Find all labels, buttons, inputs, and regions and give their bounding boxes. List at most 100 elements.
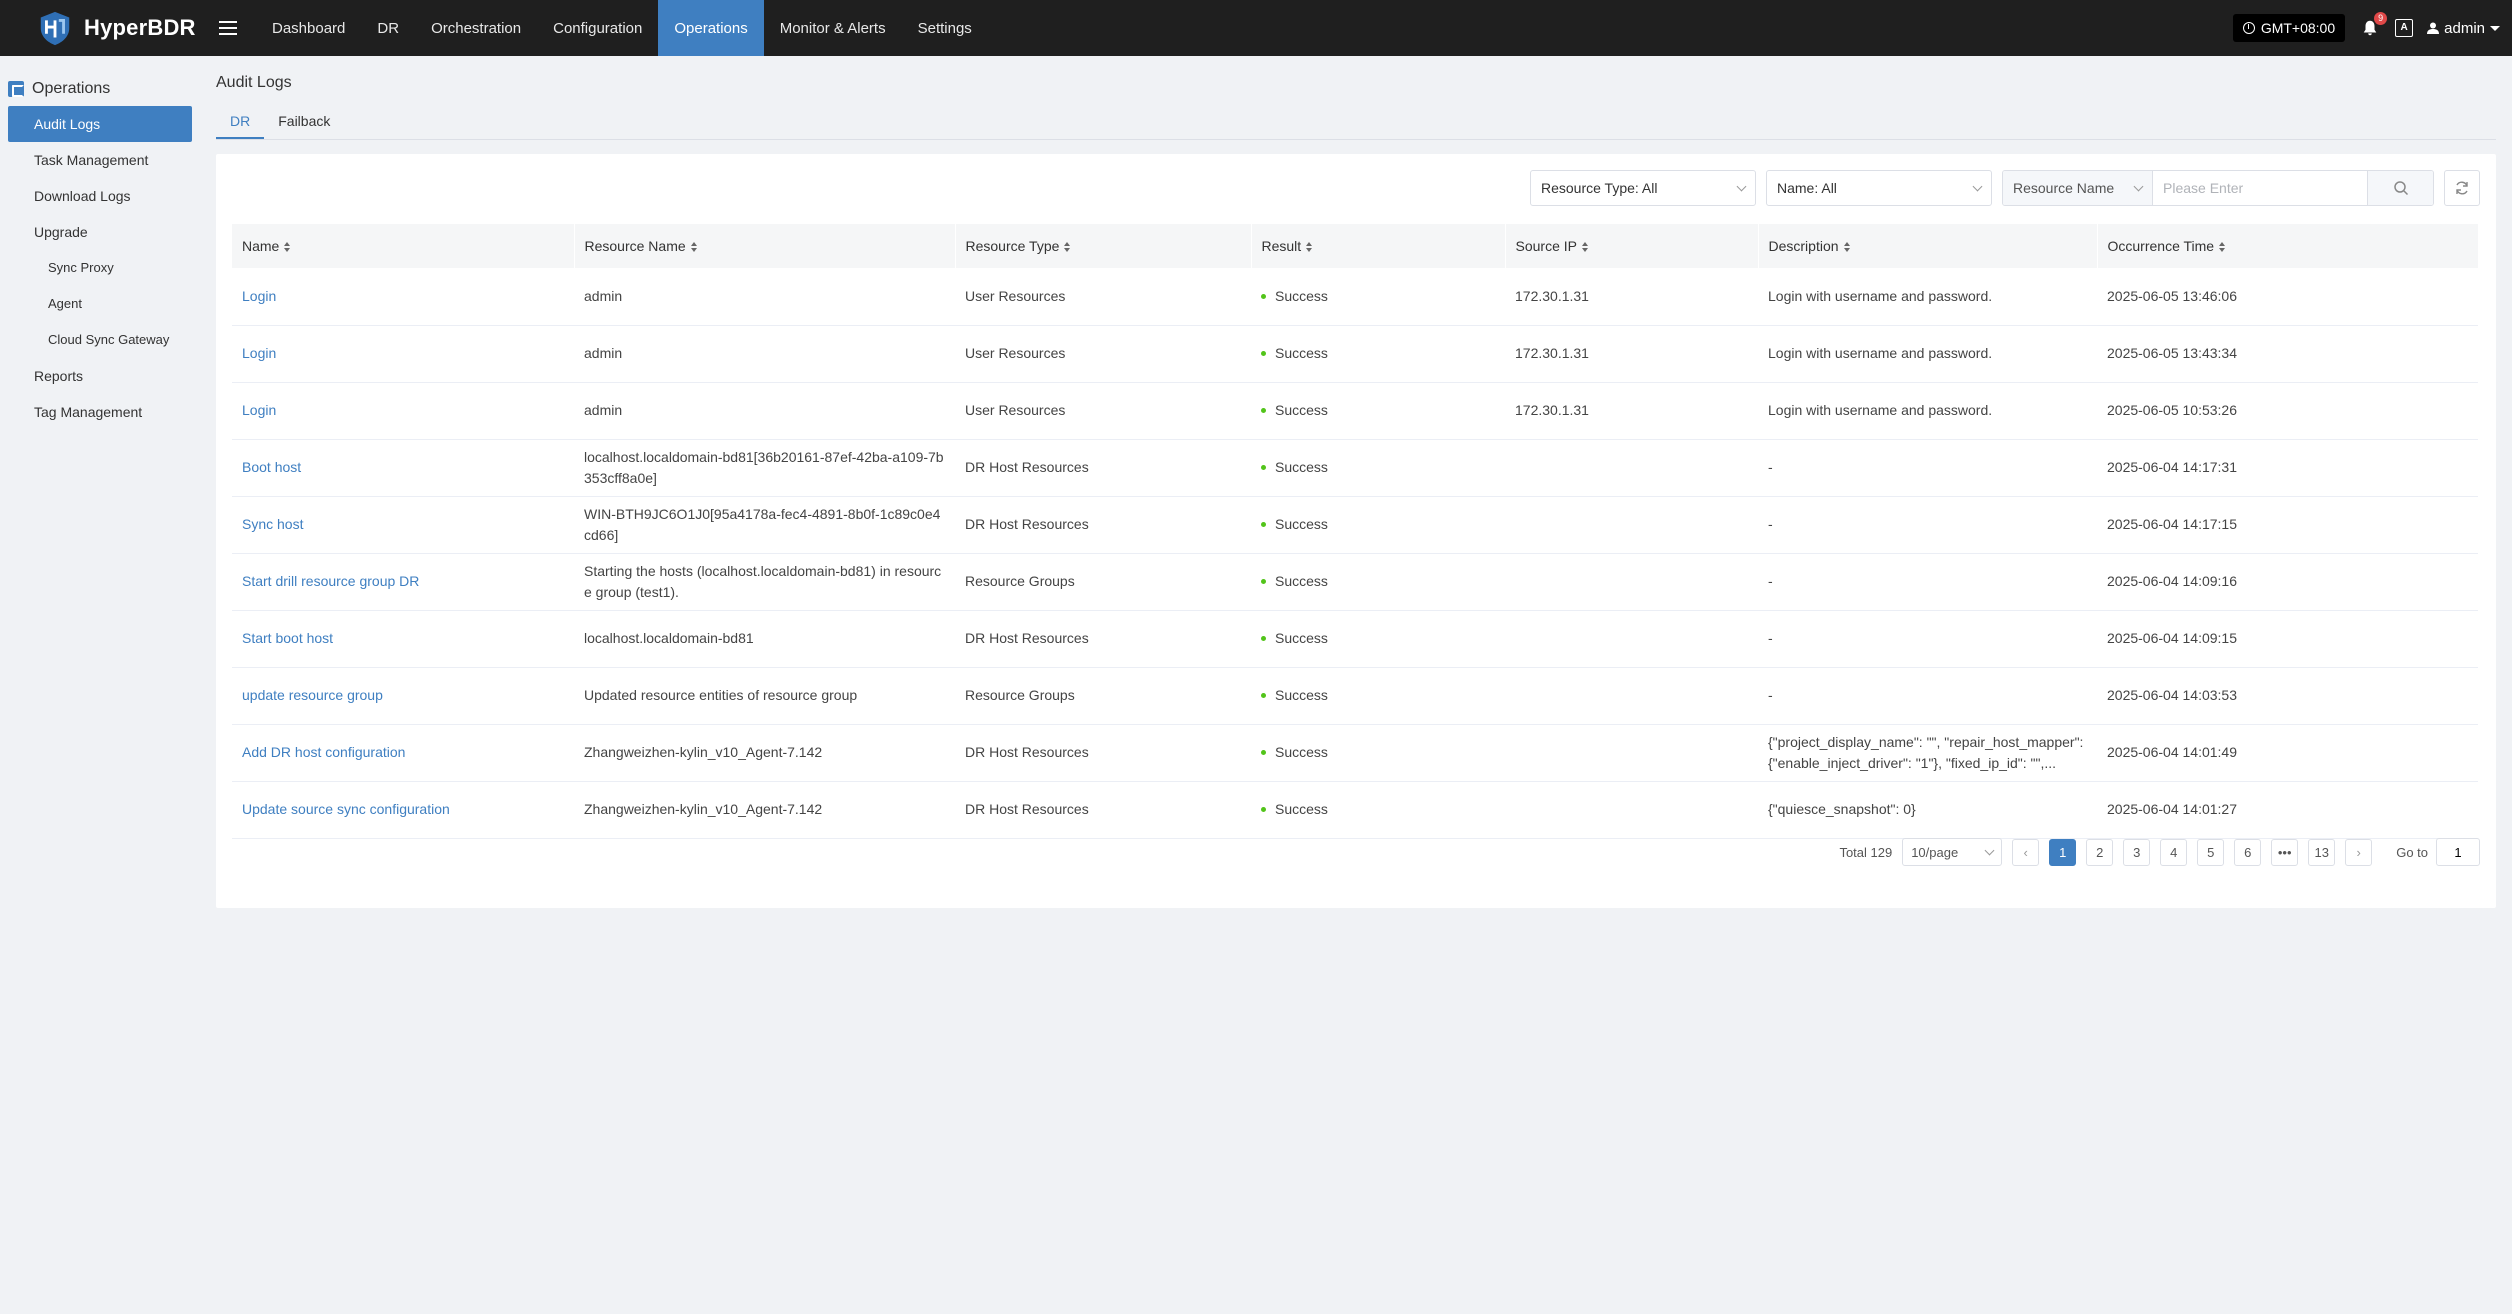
page-button[interactable]: 1 [2049, 838, 2077, 866]
sort-icon [284, 242, 291, 253]
tab-dr[interactable]: DR [216, 113, 265, 139]
cell-name[interactable]: Add DR host configuration [232, 724, 574, 781]
cell-source-ip [1505, 781, 1758, 838]
sidebar-item-upgrade[interactable]: Upgrade [0, 214, 200, 250]
timezone-display[interactable]: GMT+08:00 [2232, 14, 2346, 42]
cell-source-ip [1505, 667, 1758, 724]
sidebar-item-cloud-sync-gateway[interactable]: Cloud Sync Gateway [0, 322, 200, 358]
goto-page-input[interactable] [2436, 838, 2480, 866]
page-button[interactable]: 5 [2197, 838, 2225, 866]
notification-bell-icon[interactable]: 9 [2359, 12, 2388, 39]
nav-configuration[interactable]: Configuration [537, 0, 658, 56]
column-header-name[interactable]: Name [232, 224, 575, 268]
column-header-source-ip[interactable]: Source IP [1505, 224, 1759, 268]
sidebar-item-agent[interactable]: Agent [0, 286, 200, 322]
cell-name[interactable]: Update source sync configuration [232, 781, 574, 838]
sidebar-item-audit-logs[interactable]: Audit Logs [8, 106, 192, 142]
nav-dr[interactable]: DR [361, 0, 415, 56]
cell-result: Success [1251, 724, 1505, 781]
sidebar-item-reports[interactable]: Reports [0, 358, 200, 394]
cell-source-ip: 172.30.1.31 [1515, 345, 1589, 361]
column-header-result[interactable]: Result [1251, 224, 1506, 268]
column-header-occurrence-time[interactable]: Occurrence Time [2097, 224, 2479, 268]
cell-occurrence-time: 2025-06-04 14:01:27 [2107, 801, 2237, 817]
nav-dashboard[interactable]: Dashboard [256, 0, 361, 56]
cell-name[interactable]: Sync host [232, 496, 574, 553]
nav-orchestration[interactable]: Orchestration [415, 0, 537, 56]
page-button[interactable]: 2 [2086, 838, 2114, 866]
cell-name[interactable]: Login [232, 382, 574, 439]
status-dot-icon [1261, 464, 1266, 470]
status-dot-icon [1261, 293, 1266, 299]
cell-description: - [1768, 516, 1773, 532]
user-menu[interactable]: admin [2427, 20, 2500, 37]
cell-name[interactable]: Start drill resource group DR [232, 553, 574, 610]
page-button[interactable]: 6 [2234, 838, 2262, 866]
refresh-icon [2456, 181, 2468, 195]
search-input[interactable] [2153, 171, 2367, 205]
sort-icon [2219, 242, 2226, 253]
cell-resource-type: User Resources [965, 402, 1066, 418]
cell-name[interactable]: update resource group [232, 667, 574, 724]
sort-icon [1064, 242, 1071, 253]
tab-failback[interactable]: Failback [264, 113, 344, 139]
resource-type-filter[interactable]: Resource Type: All [1530, 170, 1756, 206]
user-icon [2427, 22, 2440, 34]
page-title: Audit Logs [216, 74, 292, 91]
cell-occurrence-time: 2025-06-05 13:43:34 [2107, 345, 2237, 361]
nav-settings[interactable]: Settings [902, 0, 988, 56]
language-icon[interactable]: A [2395, 19, 2414, 37]
cell-resource-name: admin [584, 345, 623, 361]
page-button[interactable]: 4 [2160, 838, 2188, 866]
refresh-button[interactable] [2444, 170, 2480, 206]
column-header-resource-type[interactable]: Resource Type [955, 224, 1252, 268]
sort-icon [690, 242, 697, 253]
next-page-button[interactable]: › [2345, 838, 2373, 866]
cell-source-ip [1505, 553, 1758, 610]
search-button[interactable] [2367, 171, 2433, 205]
cell-resource-name: admin [584, 402, 623, 418]
chevron-down-icon [2133, 181, 2144, 191]
sidebar-item-sync-proxy[interactable]: Sync Proxy [0, 250, 200, 286]
table-row: Boot host localhost.localdomain-bd81[36b2… [232, 439, 2478, 496]
search-field-select[interactable]: Resource Name [2003, 171, 2153, 205]
menu-toggle-icon[interactable] [200, 0, 256, 56]
clock-icon [2242, 22, 2255, 34]
operations-icon [8, 81, 24, 97]
chevron-down-icon [2490, 25, 2500, 31]
table-row: Update source sync configuration Zhangwei… [232, 781, 2478, 838]
logo[interactable]: HyperBDR [0, 9, 200, 47]
cell-result: Success [1251, 439, 1505, 496]
sidebar: Operations Audit Logs Task Management Do… [0, 56, 200, 1314]
page-size-select[interactable]: 10/page [1902, 838, 2003, 866]
table-row: Login admin User Resources Success 172.30.1.… [232, 268, 2478, 325]
nav-operations[interactable]: Operations [658, 0, 764, 56]
audit-log-card: Resource Type: All Name: All Resource Na… [216, 154, 2496, 908]
timezone-label: GMT+08:00 [2260, 20, 2336, 36]
cell-resource-type: DR Host Resources [965, 744, 1089, 760]
sidebar-item-tag-management[interactable]: Tag Management [0, 394, 200, 430]
cell-name[interactable]: Start boot host [232, 610, 574, 667]
sidebar-item-task-management[interactable]: Task Management [0, 142, 200, 178]
table-row: Sync host WIN-BTH9JC6O1J0[95a4178a-fec4-4… [232, 496, 2478, 553]
cell-resource-type: DR Host Resources [965, 801, 1089, 817]
page-button[interactable]: 13 [2308, 838, 2336, 866]
cell-name[interactable]: Boot host [232, 439, 574, 496]
cell-source-ip: 172.30.1.31 [1515, 402, 1589, 418]
nav-monitor-alerts[interactable]: Monitor & Alerts [764, 0, 902, 56]
cell-name[interactable]: Login [232, 268, 574, 325]
filter-bar: Resource Type: All Name: All Resource Na… [1530, 170, 2480, 206]
page-button[interactable]: 3 [2123, 838, 2151, 866]
cell-description: - [1768, 630, 1773, 646]
column-header-description[interactable]: Description [1758, 224, 2098, 268]
total-count: Total 129 [1839, 844, 1893, 860]
more-pages-button[interactable]: ••• [2271, 838, 2299, 866]
cell-result: Success [1251, 781, 1505, 838]
cell-source-ip: 172.30.1.31 [1515, 287, 1589, 304]
cell-result: Success [1251, 610, 1505, 667]
name-filter[interactable]: Name: All [1766, 170, 1992, 206]
cell-name[interactable]: Login [232, 325, 574, 382]
sidebar-item-download-logs[interactable]: Download Logs [0, 178, 200, 214]
column-header-resource-name[interactable]: Resource Name [574, 224, 956, 268]
prev-page-button[interactable]: ‹ [2012, 838, 2040, 866]
